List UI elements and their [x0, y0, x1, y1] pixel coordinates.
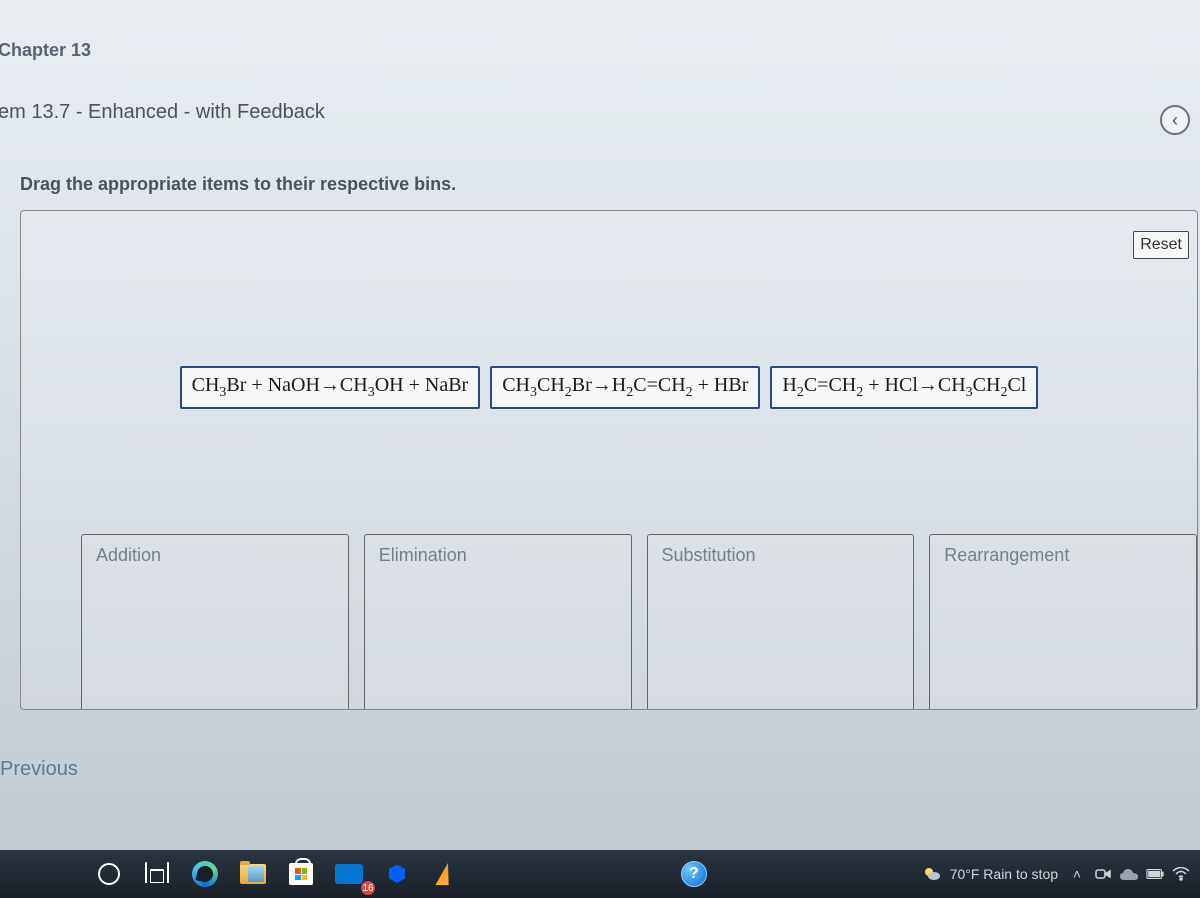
chem-item-1[interactable]: CH3Br + NaOH→CH3OH + NaBr [180, 366, 481, 409]
bin-addition[interactable]: Addition [81, 534, 349, 709]
task-view-icon [145, 865, 169, 883]
bin-rearrangement[interactable]: Rearrangement [929, 534, 1197, 709]
mail-button[interactable]: 16 [328, 856, 370, 892]
system-tray: 70°F Rain to stop ˄ [922, 864, 1190, 884]
task-view-button[interactable] [136, 856, 178, 892]
instruction-text: Drag the appropriate items to their resp… [0, 159, 1200, 210]
edge-button[interactable] [184, 856, 226, 892]
lightning-icon [431, 863, 459, 885]
weather-icon [922, 864, 942, 884]
bin-label: Substitution [662, 545, 900, 566]
wifi-icon[interactable] [1172, 865, 1190, 883]
help-icon: ? [681, 861, 707, 887]
windows-taskbar: 16 ⬢ ? 70°F Rain to stop ˄ [0, 850, 1200, 898]
chem-item-2[interactable]: CH3CH2Br→H2C=CH2 + HBr [490, 366, 760, 409]
ms-store-button[interactable] [280, 856, 322, 892]
folder-icon [240, 864, 266, 884]
bin-elimination[interactable]: Elimination [364, 534, 632, 709]
chem-item-3[interactable]: H2C=CH2 + HCl→CH3CH2Cl [770, 366, 1038, 409]
file-explorer-button[interactable] [232, 856, 274, 892]
onedrive-icon[interactable] [1120, 865, 1138, 883]
meet-now-icon[interactable] [1094, 865, 1112, 883]
winamp-button[interactable] [424, 856, 466, 892]
store-icon [289, 863, 313, 885]
bin-label: Rearrangement [944, 545, 1182, 566]
weather-text: 70°F Rain to stop [950, 866, 1058, 882]
chapter-title: Chapter 13 [0, 20, 1200, 71]
battery-icon[interactable] [1146, 865, 1164, 883]
reset-button[interactable]: Reset [1133, 231, 1189, 259]
draggable-items-row: CH3Br + NaOH→CH3OH + NaBr CH3CH2Br→H2C=C… [21, 366, 1197, 409]
bins-row: Addition Elimination Substitution Rearra… [81, 534, 1197, 709]
dropbox-button[interactable]: ⬢ [376, 856, 418, 892]
back-button[interactable]: ‹ [1160, 105, 1190, 135]
problem-title: em 13.7 - Enhanced - with Feedback [0, 71, 1200, 144]
cortana-button[interactable] [88, 856, 130, 892]
page-content: Chapter 13 em 13.7 - Enhanced - with Fee… [0, 0, 1200, 710]
cortana-icon [98, 863, 120, 885]
weather-widget[interactable]: 70°F Rain to stop [922, 864, 1058, 884]
mail-icon [335, 864, 363, 884]
bin-substitution[interactable]: Substitution [647, 534, 915, 709]
drag-drop-area: Reset CH3Br + NaOH→CH3OH + NaBr CH3CH2Br… [20, 210, 1198, 710]
tray-chevron-icon[interactable]: ˄ [1068, 865, 1086, 883]
help-button[interactable]: ? [673, 856, 715, 892]
mail-badge: 16 [360, 880, 376, 896]
bin-label: Addition [96, 545, 334, 566]
edge-icon [192, 861, 218, 887]
dropbox-icon: ⬢ [387, 861, 406, 887]
previous-link[interactable]: Previous [0, 758, 78, 781]
bin-label: Elimination [379, 545, 617, 566]
